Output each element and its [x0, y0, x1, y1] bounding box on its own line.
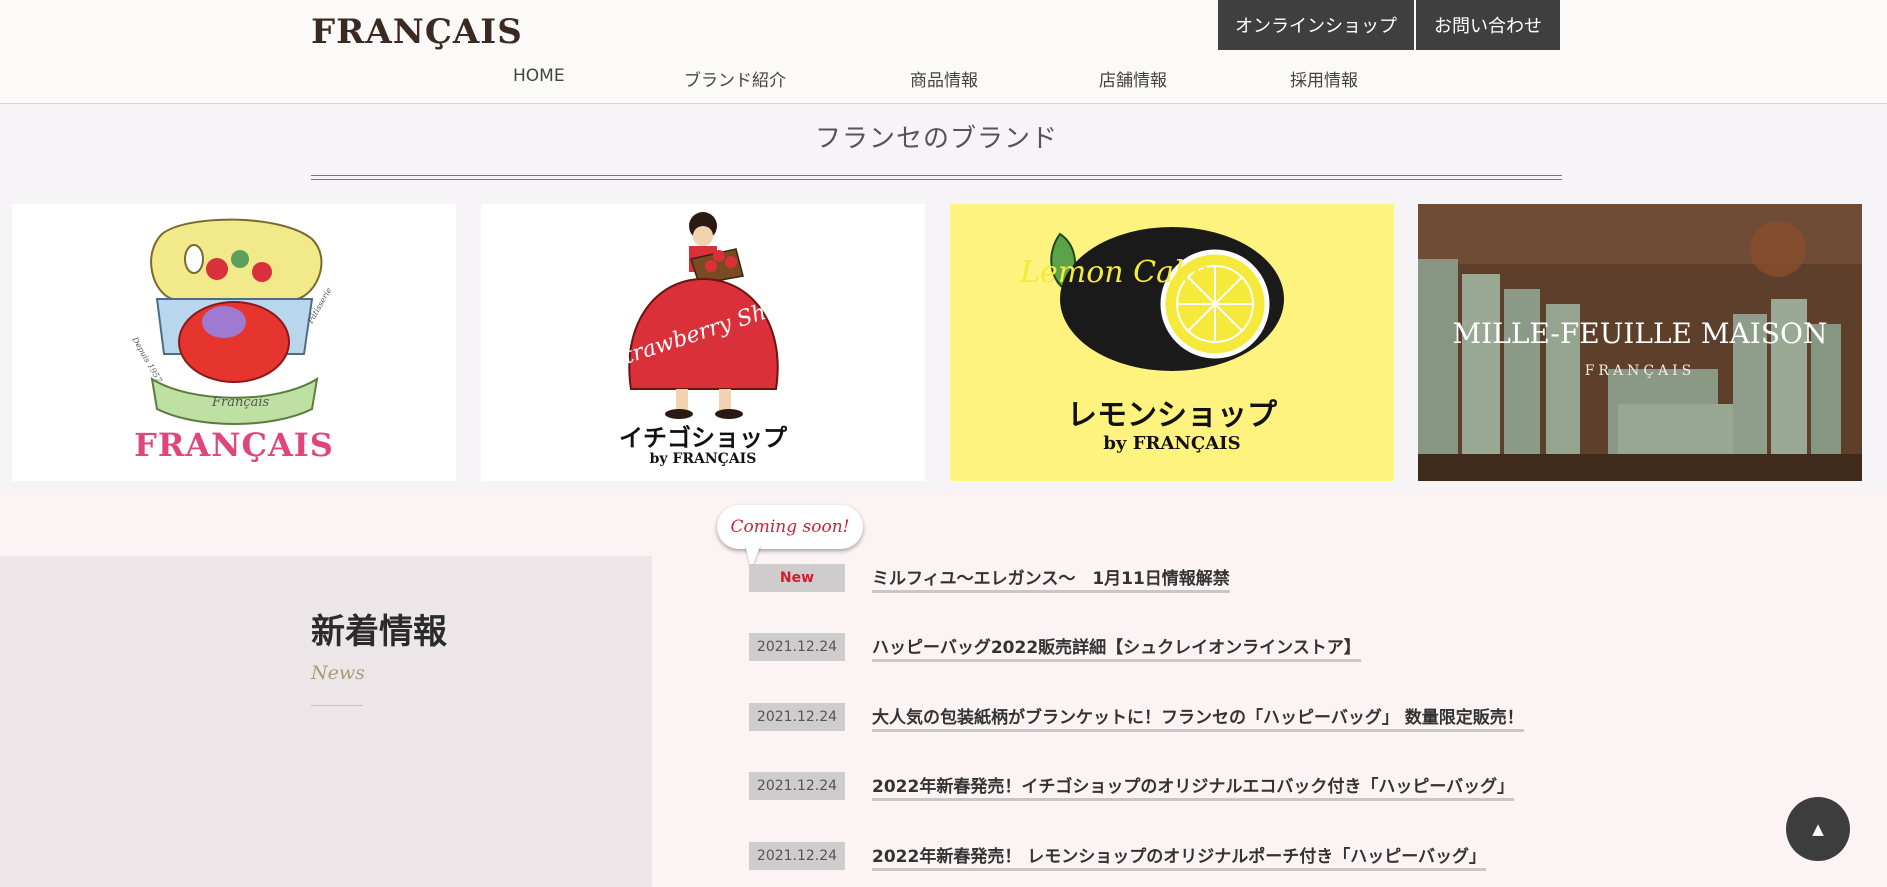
news-new-badge: New [749, 564, 845, 592]
francais-logo-text: FRANÇAIS [134, 426, 334, 464]
news-item: 2021.12.24 大人気の包装紙柄がブランケットに！フランセの「ハッピーバッ… [749, 702, 1524, 732]
news-date: 2021.12.24 [749, 633, 845, 661]
brand-card-mille-feuille-maison[interactable]: MILLE-FEUILLE MAISON FRANÇAIS [1418, 204, 1862, 481]
mille-feuille-maison-sub: FRANÇAIS [1584, 363, 1696, 379]
news-item: 2021.12.24 2022年新春発売！ レモンショップのオリジナルポーチ付き… [749, 841, 1487, 871]
page-top-button[interactable]: ▲ [1786, 797, 1850, 861]
ichigo-shop-name: イチゴショップ [619, 424, 787, 452]
news-link[interactable]: 2022年新春発売！ レモンショップのオリジナルポーチ付き「ハッピーバッグ」 [872, 842, 1487, 871]
brands-divider [311, 175, 1562, 180]
news-date: 2021.12.24 [749, 703, 845, 731]
nav-item-recruit[interactable]: 採用情報 [1290, 66, 1358, 91]
news-subheading: News [311, 662, 365, 684]
news-link[interactable]: ミルフィユ～エレガンス～ 1月11日情報解禁 [872, 564, 1230, 593]
header-actions: オンラインショップ お問い合わせ [1218, 0, 1560, 50]
lemon-shop-by: by FRANÇAIS [1103, 433, 1241, 454]
news-heading-divider [311, 705, 363, 706]
lemon-shop-name: レモンショップ [1067, 398, 1277, 433]
ichigo-shop-by: by FRANÇAIS [649, 451, 757, 467]
nav-item-brand[interactable]: ブランド紹介 [684, 66, 786, 91]
mille-feuille-maison-title: MILLE-FEUILLE MAISON [1452, 317, 1828, 350]
brand-card-ichigo-shop[interactable]: Strawberry Shop イチゴショップ by FRANÇAIS [481, 204, 925, 481]
news-link[interactable]: ハッピーバッグ2022販売詳細【シュクレイオンラインストア】 [872, 633, 1361, 662]
contact-button[interactable]: お問い合わせ [1416, 0, 1560, 50]
news-date: 2021.12.24 [749, 842, 845, 870]
francais-script-text: Français [211, 395, 270, 410]
nav-item-home[interactable]: HOME [513, 66, 565, 86]
lemon-cake-script: Lemon Cake [1019, 255, 1210, 290]
main-nav: HOME ブランド紹介 商品情報 店舗情報 採用情報 [0, 62, 1887, 92]
nav-item-stores[interactable]: 店舗情報 [1099, 66, 1167, 91]
news-item: 2021.12.24 2022年新春発売！イチゴショップのオリジナルエコバック付… [749, 771, 1515, 801]
brands-title: フランセのブランド [814, 124, 1058, 154]
site-logo[interactable]: FRANÇAIS [311, 12, 523, 52]
coming-soon-bubble: Coming soon! [717, 505, 863, 549]
news-link[interactable]: 2022年新春発売！イチゴショップのオリジナルエコバック付き「ハッピーバッグ」 [872, 772, 1515, 801]
news-link[interactable]: 大人気の包装紙柄がブランケットに！フランセの「ハッピーバッグ」 数量限定販売！ [872, 703, 1524, 732]
news-heading: 新着情報 [311, 612, 447, 652]
brand-card-francais[interactable]: Français Depuis 1957 Pâtisserie FRANÇAIS [12, 204, 456, 481]
nav-item-products[interactable]: 商品情報 [910, 66, 978, 91]
site-header: FRANÇAIS オンラインショップ お問い合わせ HOME ブランド紹介 商品… [0, 0, 1887, 104]
brand-card-lemon-shop[interactable]: Lemon Cake レモンショップ by FRANÇAIS [950, 204, 1394, 481]
news-item: New ミルフィユ～エレガンス～ 1月11日情報解禁 [749, 563, 1230, 593]
francais-badge-left: Depuis 1957 [130, 335, 164, 385]
news-date: 2021.12.24 [749, 772, 845, 800]
news-item: 2021.12.24 ハッピーバッグ2022販売詳細【シュクレイオンラインストア… [749, 632, 1361, 662]
online-shop-button[interactable]: オンラインショップ [1218, 0, 1414, 50]
